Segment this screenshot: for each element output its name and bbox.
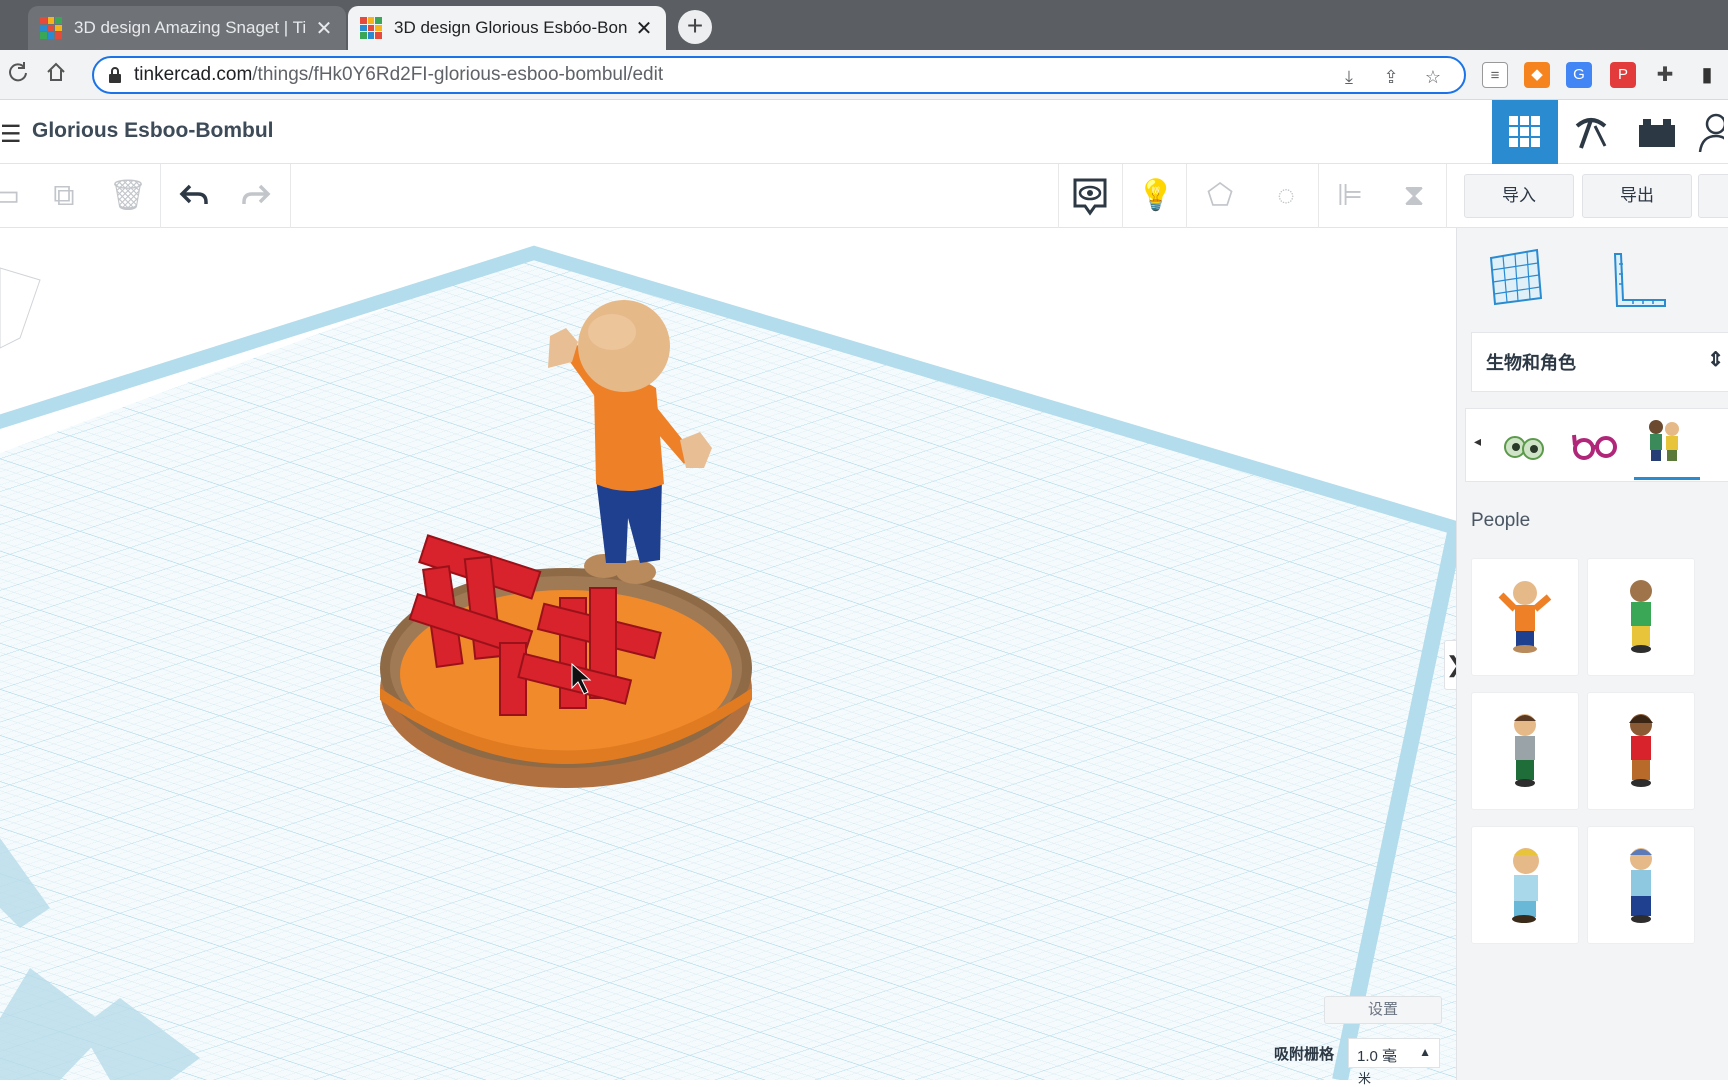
import-button[interactable]: 导入 (1464, 174, 1574, 218)
brick-icon (1639, 119, 1675, 147)
share-icon[interactable]: ⇪ (1380, 66, 1402, 88)
tab-title: 3D design Glorious Esbóo-Bon (394, 18, 628, 37)
notes-eye-icon[interactable] (1070, 176, 1110, 216)
browser-tab-glorious-esboo[interactable]: 3D design Glorious Esbóo-Bon ✕ (348, 6, 666, 50)
scroll-left-icon[interactable]: ◂ (1474, 433, 1481, 450)
sidebar-toggle-icon[interactable]: ▮ (1694, 62, 1720, 88)
active-category-underline (1634, 477, 1700, 480)
select-arrows-icon: ⇕ (1707, 349, 1724, 371)
user-account-button[interactable] (1690, 100, 1728, 164)
reload-icon[interactable] (4, 61, 32, 89)
workplane-canvas[interactable] (0, 228, 1456, 1080)
snap-unit-cut: 米 (1358, 1071, 1372, 1086)
paste-icon[interactable]: ▭ (0, 176, 26, 216)
close-tab-icon[interactable]: ✕ (314, 16, 334, 41)
workplane-grid[interactable] (0, 228, 1456, 1080)
shapes-panel: 生物和角色 ⇕ ◂ People (1456, 228, 1728, 1080)
share-button[interactable] (1698, 174, 1728, 218)
url-path: /things/fHk0Y6Rd2FI-glorious-esboo-bombu… (252, 64, 664, 85)
install-icon[interactable]: ⤓ (1338, 66, 1360, 88)
tab-title: 3D design Amazing Snaget | Ti (74, 18, 307, 37)
mirror-icon[interactable]: ⧗ (1394, 176, 1434, 216)
category-eyes-icon[interactable] (1502, 425, 1546, 470)
translate-extension-icon[interactable]: G (1566, 62, 1592, 88)
metamask-extension-icon[interactable]: ◆ (1524, 62, 1550, 88)
shape-library-select[interactable]: 生物和角色 ⇕ (1471, 332, 1728, 392)
url-input[interactable]: tinkercad.com/things/fHk0Y6Rd2FI-gloriou… (92, 56, 1466, 94)
browser-address-bar: tinkercad.com/things/fHk0Y6Rd2FI-gloriou… (0, 50, 1728, 100)
group-icon[interactable]: ⬠ (1200, 176, 1240, 216)
design-name[interactable]: Glorious Esboo-Bombul (32, 119, 274, 143)
undo-icon[interactable] (174, 176, 214, 216)
shape-tile-person-lightblue[interactable] (1471, 826, 1579, 944)
extensions-puzzle-icon[interactable]: ✚ (1652, 62, 1678, 88)
home-icon[interactable] (42, 61, 70, 89)
ungroup-icon[interactable]: ◌ (1266, 176, 1306, 216)
browser-tab-amazing-snaget[interactable]: 3D design Amazing Snaget | Ti ✕ (28, 6, 346, 50)
lock-icon (109, 67, 121, 83)
pickaxe-icon (1575, 118, 1607, 149)
shape-tile-person-red[interactable] (1587, 692, 1695, 810)
shape-tile-person-grey[interactable] (1471, 692, 1579, 810)
url-host: tinkercad.com (134, 64, 253, 85)
snap-grid-label: 吸附栅格 (1274, 1046, 1335, 1063)
bookmark-star-icon[interactable]: ☆ (1422, 66, 1444, 88)
duplicate-icon[interactable]: ⧉ (44, 176, 84, 216)
dropdown-arrow-icon: ▲ (1419, 1045, 1431, 1059)
view-cube[interactable] (0, 267, 41, 349)
tinkercad-favicon-icon (40, 17, 62, 39)
menu-icon[interactable]: ☰ (0, 120, 22, 149)
category-people-icon[interactable] (1642, 417, 1686, 468)
3d-view-grid-button[interactable] (1492, 100, 1558, 164)
browser-tab-bar: 3D design Amazing Snaget | Ti ✕ 3D desig… (0, 0, 1728, 50)
tinkercad-favicon-icon (360, 17, 382, 39)
pocket-extension-icon[interactable]: P (1610, 62, 1636, 88)
settings-button[interactable]: 设置 (1324, 996, 1442, 1024)
user-icon (1698, 113, 1724, 152)
section-title: People (1471, 510, 1531, 531)
shape-tile-person-green[interactable] (1587, 558, 1695, 676)
align-icon[interactable]: ⊫ (1330, 176, 1370, 216)
ruler-tool-button[interactable] (1609, 250, 1669, 315)
new-tab-button[interactable]: + (678, 10, 712, 44)
bricks-button[interactable] (1624, 100, 1690, 164)
shape-tile-person-orange[interactable] (1471, 558, 1579, 676)
lightbulb-icon[interactable]: 💡 (1136, 176, 1176, 216)
close-tab-icon[interactable]: ✕ (634, 16, 654, 41)
redo-icon[interactable] (236, 176, 276, 216)
workplane-icon (1489, 248, 1543, 306)
shape-tile-person-blue[interactable] (1587, 826, 1695, 944)
reader-extension-icon[interactable]: ≡ (1482, 62, 1508, 88)
category-strip: ◂ (1465, 408, 1728, 482)
grid-icon (1509, 116, 1540, 147)
app-header: ☰ Glorious Esboo-Bombul (0, 100, 1728, 164)
ruler-icon (1613, 253, 1666, 307)
category-glasses-icon[interactable] (1572, 427, 1618, 468)
workplane-tool-button[interactable] (1487, 248, 1543, 313)
codeblocks-pickaxe-button[interactable] (1558, 100, 1624, 164)
delete-trash-icon[interactable]: 🗑 (108, 176, 148, 216)
export-button[interactable]: 导出 (1582, 174, 1692, 218)
snap-grid-select[interactable]: 1.0 毫 ▲ (1348, 1038, 1440, 1068)
edit-toolbar: ▭ ⧉ 🗑 💡 ⬠ ◌ ⊫ ⧗ 导入 导出 (0, 164, 1728, 228)
